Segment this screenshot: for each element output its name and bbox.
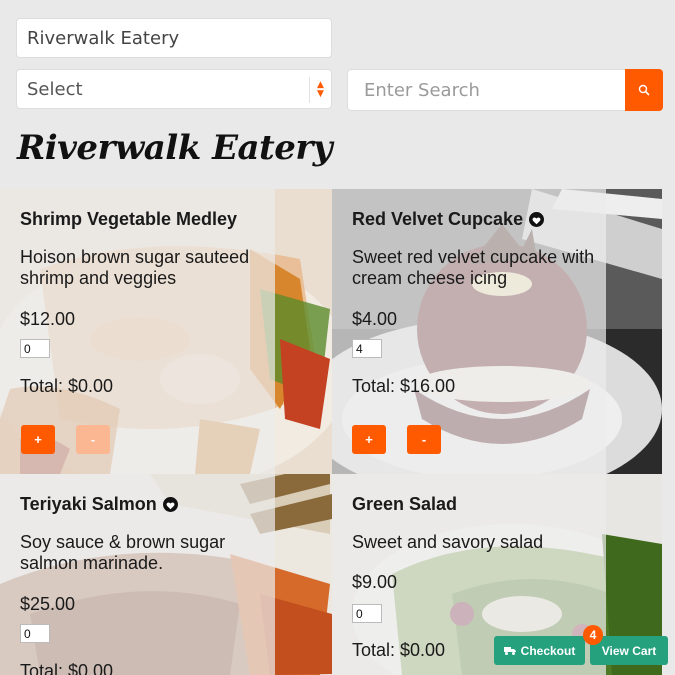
view-cart-button[interactable]: View Cart <box>590 636 668 665</box>
remove-quantity-button[interactable]: - <box>76 425 110 454</box>
checkout-button[interactable]: Checkout <box>494 636 585 665</box>
truck-icon <box>503 646 516 655</box>
quantity-input[interactable] <box>20 624 50 643</box>
favorite-heart-icon[interactable] <box>162 497 178 512</box>
menu-item-price: $12.00 <box>20 309 76 329</box>
favorite-heart-icon[interactable] <box>529 212 545 227</box>
quantity-input[interactable] <box>352 604 382 623</box>
view-cart-label: View Cart <box>601 643 657 658</box>
category-select-value: Select <box>27 78 83 100</box>
menu-item-total: Total: $0.00 <box>352 640 446 660</box>
category-select[interactable]: Select ▲ ▼ <box>16 69 332 109</box>
menu-item-name: Green Salad <box>352 494 458 514</box>
menu-item-description: Soy sauce & brown sugar salmon marinade. <box>20 532 226 573</box>
menu-item-name: Red Velvet Cupcake <box>352 209 545 230</box>
remove-quantity-button[interactable]: - <box>407 425 441 454</box>
quantity-input[interactable] <box>20 339 50 358</box>
menu-item-price: $4.00 <box>352 309 398 329</box>
quantity-input[interactable] <box>352 339 382 358</box>
menu-item-total: Total: $0.00 <box>20 661 114 675</box>
restaurant-field-value: Riverwalk Eatery <box>27 27 180 49</box>
page-title: Riverwalk Eatery <box>17 128 333 168</box>
search-input[interactable] <box>347 69 626 111</box>
menu-card-teriyaki-salmon: Teriyaki Salmon Soy sauce & brown sugar … <box>0 474 332 675</box>
add-quantity-button[interactable]: + <box>21 425 55 454</box>
menu-card-red-velvet-cupcake: Red Velvet Cupcake Sweet red velvet cupc… <box>332 189 662 474</box>
menu-item-name: Teriyaki Salmon <box>20 494 178 515</box>
add-quantity-button[interactable]: + <box>352 425 386 454</box>
menu-item-total: Total: $16.00 <box>352 376 456 396</box>
restaurant-field[interactable]: Riverwalk Eatery <box>16 18 332 58</box>
updown-chevron-icon: ▲ ▼ <box>309 77 331 103</box>
menu-item-total: Total: $0.00 <box>20 376 114 396</box>
search-button[interactable] <box>625 69 663 111</box>
search-icon <box>638 84 650 96</box>
checkout-label: Checkout <box>520 643 576 658</box>
menu-item-price: $25.00 <box>20 594 76 614</box>
cart-count-badge: 4 <box>583 625 603 645</box>
menu-card-shrimp-vegetable-medley: Shrimp Vegetable Medley Hoison brown sug… <box>0 189 332 474</box>
menu-item-price: $9.00 <box>352 572 398 592</box>
menu-item-description: Hoison brown sugar sauteed shrimp and ve… <box>20 247 250 288</box>
menu-item-description: Sweet red velvet cupcake with cream chee… <box>352 247 595 288</box>
menu-item-description: Sweet and savory salad <box>352 532 544 552</box>
menu-item-name: Shrimp Vegetable Medley <box>20 209 238 229</box>
